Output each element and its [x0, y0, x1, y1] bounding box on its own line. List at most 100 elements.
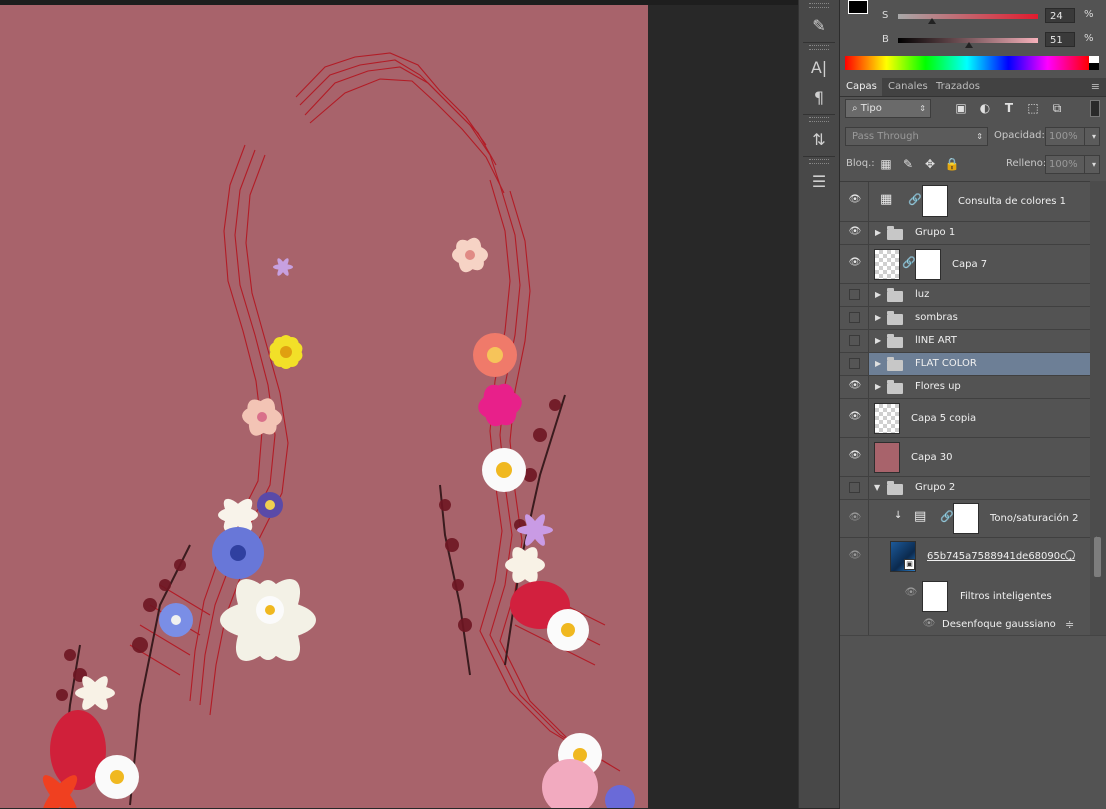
layer-thumbnail[interactable] [874, 403, 900, 434]
adjustment-filter-icon[interactable]: ◐ [977, 100, 993, 116]
layer-row[interactable]: ▶ lINE ART [840, 330, 1090, 353]
tab-canales[interactable]: Canales [882, 78, 928, 96]
layer-row[interactable]: 👁 ▶ Grupo 1 [840, 222, 1090, 245]
visibility-toggle[interactable] [849, 358, 860, 369]
adjustments-sliders-icon[interactable]: ☰ [803, 168, 835, 194]
layer-name[interactable]: Grupo 1 [915, 227, 955, 238]
expand-triangle-icon[interactable]: ▶ [875, 290, 881, 299]
smart-object-filter-icon[interactable]: ⧉ [1049, 100, 1065, 116]
character-panel-icon[interactable]: A| [803, 54, 835, 80]
brightness-slider[interactable]: B 51 % [882, 32, 1106, 48]
saturation-slider[interactable]: S 24 % [882, 8, 1106, 24]
expand-triangle-icon[interactable]: ▶ [875, 228, 881, 237]
smart-filter-indicator-icon[interactable] [1065, 550, 1075, 560]
brightness-thumb[interactable] [965, 42, 974, 48]
layer-mask-thumbnail[interactable] [953, 503, 979, 534]
visibility-toggle[interactable] [849, 335, 860, 346]
saturation-value-field[interactable]: 24 [1045, 8, 1075, 23]
toolstrip-grip[interactable] [809, 117, 829, 122]
eye-icon[interactable]: 👁 [848, 257, 862, 271]
eye-icon[interactable]: 👁 [848, 226, 862, 240]
shape-filter-icon[interactable]: ⬚ [1025, 100, 1041, 116]
layer-row[interactable]: 👁 ▶ Flores up [840, 376, 1090, 399]
foreground-color-swatch[interactable] [848, 0, 868, 14]
saturation-track[interactable] [898, 14, 1038, 19]
layer-row[interactable]: 👁 ↓ ▤ 🔗 Tono/saturación 2 [840, 500, 1090, 538]
layer-name[interactable]: Capa 30 [911, 452, 953, 463]
layer-mask-thumbnail[interactable] [922, 185, 948, 217]
lock-position-icon[interactable]: ✥ [922, 156, 938, 172]
blend-mode-dropdown[interactable]: Pass Through ⇕ [845, 127, 988, 146]
lock-all-icon[interactable]: 🔒 [944, 156, 960, 172]
type-filter-icon[interactable]: T [1001, 100, 1017, 116]
layer-row[interactable]: 👁 ▦ 🔗 Consulta de colores 1 [840, 182, 1090, 222]
visibility-toggle[interactable] [849, 289, 860, 300]
layer-row[interactable]: 👁 ▣ 65b745a7588941de68090c... [840, 538, 1090, 579]
artboard[interactable] [0, 5, 648, 808]
visibility-toggle[interactable] [849, 312, 860, 323]
fill-dropdown-button[interactable]: ▾ [1084, 155, 1100, 174]
fill-field[interactable]: 100% [1045, 155, 1085, 174]
eye-icon[interactable]: 👁 [922, 618, 936, 632]
layer-name[interactable]: Desenfoque gaussiano [942, 619, 1056, 630]
layer-name[interactable]: Tono/saturación 2 [990, 513, 1078, 524]
tool-presets-icon[interactable]: ✎ [803, 12, 835, 38]
layer-name[interactable]: Filtros inteligentes [960, 591, 1052, 602]
filter-kind-dropdown[interactable]: ⌕ Tipo ⇕ [845, 99, 931, 118]
layers-list[interactable]: 👁 ▦ 🔗 Consulta de colores 1 👁 ▶ Grupo 1 … [840, 181, 1090, 636]
lock-image-pixels-icon[interactable]: ✎ [900, 156, 916, 172]
layer-row[interactable]: ▼ Grupo 2 [840, 477, 1090, 500]
layer-row[interactable]: ▶ luz [840, 284, 1090, 307]
layer-name[interactable]: lINE ART [915, 335, 957, 346]
layer-name[interactable]: Flores up [915, 381, 961, 392]
tab-trazados[interactable]: Trazados [930, 78, 984, 96]
eye-icon[interactable]: 👁 [848, 194, 862, 208]
link-chain-icon[interactable]: 🔗 [940, 510, 954, 523]
layer-row[interactable]: 👁 Desenfoque gaussiano ≑ [840, 615, 1090, 636]
color-spectrum-ramp[interactable] [845, 56, 1089, 70]
eye-icon[interactable]: 👁 [848, 550, 862, 564]
eye-icon[interactable]: 👁 [848, 380, 862, 394]
toolstrip-grip[interactable] [809, 159, 829, 164]
expand-triangle-icon[interactable]: ▶ [875, 313, 881, 322]
layer-row[interactable]: 👁 Filtros inteligentes [840, 579, 1090, 615]
opacity-dropdown-button[interactable]: ▾ [1084, 127, 1100, 146]
eye-icon[interactable]: 👁 [848, 512, 862, 526]
scrollbar-thumb[interactable] [1094, 537, 1101, 577]
layer-thumbnail[interactable] [874, 249, 900, 280]
layer-name[interactable]: Consulta de colores 1 [958, 196, 1066, 207]
layers-scrollbar[interactable]: ▲ [1090, 181, 1106, 635]
layer-name[interactable]: 65b745a7588941de68090c... [927, 551, 1075, 562]
document-canvas-area[interactable] [0, 0, 798, 808]
layer-row[interactable]: ▶ sombras [840, 307, 1090, 330]
lock-transparent-pixels-icon[interactable]: ▦ [878, 156, 894, 172]
panel-menu-icon[interactable]: ≡ [1091, 80, 1100, 93]
visibility-toggle[interactable] [849, 482, 860, 493]
expand-triangle-icon[interactable]: ▶ [875, 336, 881, 345]
link-chain-icon[interactable]: 🔗 [908, 193, 922, 206]
layer-name[interactable]: luz [915, 289, 929, 300]
filter-toggle-switch[interactable] [1090, 100, 1100, 117]
toolstrip-grip[interactable] [809, 3, 829, 8]
layer-row[interactable]: 👁 Capa 5 copia [840, 399, 1090, 438]
eye-icon[interactable]: 👁 [848, 450, 862, 464]
filter-mask-thumbnail[interactable] [922, 581, 948, 612]
toolstrip-grip[interactable] [809, 45, 829, 50]
layer-row[interactable]: 👁 Capa 30 [840, 438, 1090, 477]
layer-name[interactable]: Grupo 2 [915, 482, 955, 493]
layer-name[interactable]: sombras [915, 312, 958, 323]
layer-mask-thumbnail[interactable] [915, 249, 941, 280]
saturation-thumb[interactable] [927, 18, 936, 24]
filter-blending-options-icon[interactable]: ≑ [1065, 618, 1074, 631]
eye-icon[interactable]: 👁 [848, 411, 862, 425]
tab-capas[interactable]: Capas [840, 78, 882, 96]
expand-triangle-icon[interactable]: ▶ [875, 359, 881, 368]
layer-name[interactable]: Capa 7 [952, 259, 987, 270]
link-chain-icon[interactable]: 🔗 [902, 256, 916, 269]
image-filter-icon[interactable]: ▣ [953, 100, 969, 116]
opacity-field[interactable]: 100% [1045, 127, 1085, 146]
black-white-ramp[interactable] [1089, 56, 1099, 70]
collapse-triangle-icon[interactable]: ▼ [874, 483, 880, 492]
brightness-value-field[interactable]: 51 [1045, 32, 1075, 47]
layer-name[interactable]: Capa 5 copia [911, 413, 976, 424]
